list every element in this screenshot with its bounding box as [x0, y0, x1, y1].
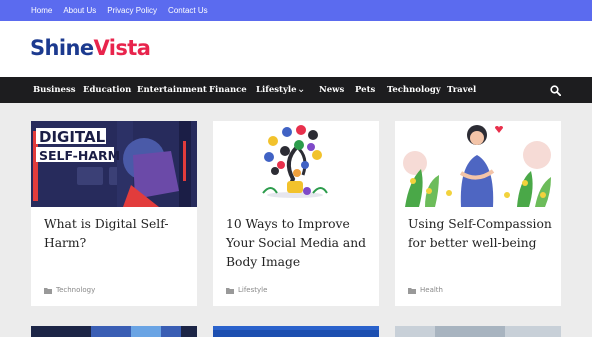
site-logo[interactable]: ShineVista — [30, 36, 151, 60]
nav-item-technology[interactable]: Technology — [387, 77, 441, 103]
post-thumbnail-row-2-2[interactable] — [213, 324, 379, 337]
post-thumbnail-self-compassion[interactable] — [395, 121, 561, 207]
post-card-3[interactable]: Using Self-Compassion for better well-be… — [395, 121, 561, 306]
top-link-contact-us[interactable]: Contact Us — [168, 6, 208, 15]
post-category-label: Lifestyle — [238, 286, 268, 294]
post-category[interactable]: Technology — [44, 286, 95, 294]
post-category[interactable]: Lifestyle — [226, 286, 267, 294]
logo-part-2: Vista — [93, 36, 151, 60]
nav-item-finance[interactable]: Finance — [209, 77, 247, 103]
nav-item-business[interactable]: Business — [33, 77, 76, 103]
search-icon[interactable] — [550, 85, 561, 96]
nav-item-lifestyle[interactable]: Lifestyle — [256, 77, 297, 103]
post-card-1[interactable]: DIGITAL SELF-HARM What is Digital Self-H… — [31, 121, 197, 306]
post-title[interactable]: 10 Ways to Improve Your Social Media and… — [226, 215, 372, 272]
post-category-label: Technology — [56, 286, 96, 294]
post-thumbnail-digital-self-harm[interactable]: DIGITAL SELF-HARM — [31, 121, 197, 207]
chevron-down-icon[interactable]: ⌄ — [297, 77, 305, 103]
nav-item-news[interactable]: News — [319, 77, 344, 103]
nav-item-travel[interactable]: Travel — [447, 77, 476, 103]
top-link-privacy-policy[interactable]: Privacy Policy — [107, 6, 157, 15]
thumb-text-line-1: DIGITAL — [39, 128, 106, 146]
post-thumbnail-social-media[interactable] — [213, 121, 379, 207]
nav-item-entertainment[interactable]: Entertainment — [137, 77, 207, 103]
nav-item-education[interactable]: Education — [83, 77, 131, 103]
top-links: Home About Us Privacy Policy Contact Us — [31, 0, 208, 21]
post-title[interactable]: What is Digital Self-Harm? — [44, 215, 190, 253]
post-category[interactable]: Health — [408, 286, 443, 294]
folder-icon — [226, 287, 234, 294]
top-link-home[interactable]: Home — [31, 6, 52, 15]
thumb-text-line-2: SELF-HARM — [39, 148, 120, 163]
logo-part-1: Shine — [30, 36, 94, 60]
post-card-2[interactable]: 10 Ways to Improve Your Social Media and… — [213, 121, 379, 306]
top-bar: Home About Us Privacy Policy Contact Us — [0, 0, 592, 21]
main-nav: Business Education Entertainment Finance… — [0, 77, 592, 103]
post-thumbnail-row-2-3[interactable] — [395, 324, 561, 337]
top-link-about-us[interactable]: About Us — [63, 6, 96, 15]
post-category-label: Health — [420, 286, 443, 294]
folder-icon — [44, 287, 52, 294]
brand-bar: ShineVista — [0, 21, 592, 77]
post-thumbnail-row-2-1[interactable] — [31, 324, 197, 337]
nav-item-pets[interactable]: Pets — [355, 77, 375, 103]
post-title[interactable]: Using Self-Compassion for better well-be… — [408, 215, 554, 253]
folder-icon — [408, 287, 416, 294]
